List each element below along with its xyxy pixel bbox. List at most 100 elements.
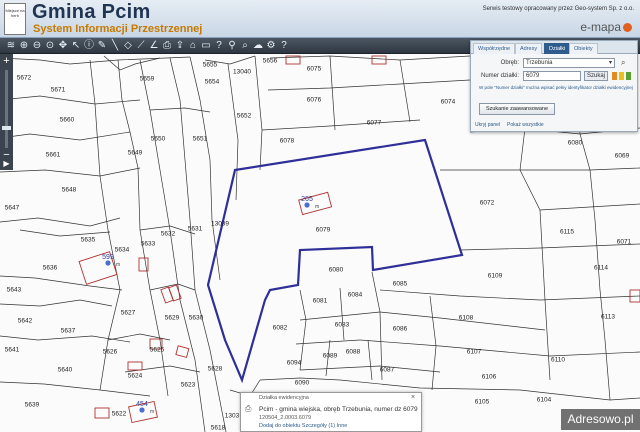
obreb-label: Obręb:: [500, 60, 519, 66]
popup-links[interactable]: Dodaj do obiektu Szczegóły (1) Inne: [259, 423, 347, 429]
identify-icon[interactable]: ?: [213, 40, 225, 52]
parcel-label-6086: 6086: [392, 325, 408, 333]
tab-parcels[interactable]: Działki: [544, 43, 571, 54]
building-marker-265[interactable]: [304, 202, 310, 208]
advanced-search-button[interactable]: Szukanie zaawansowane: [479, 103, 555, 115]
popup-parcel-id: 120504_2.0003.6079: [259, 415, 311, 421]
parcel-label-5626: 5626: [102, 348, 118, 356]
parcel-label-5656: 5656: [262, 57, 278, 65]
parcel-number-input[interactable]: 6079: [523, 71, 581, 81]
obreb-select[interactable]: Trzebunia: [523, 58, 615, 68]
search-panel: Współrzędne Adresy Działki Obiekty Obręb…: [470, 40, 638, 132]
tab-coordinates[interactable]: Współrzędne: [473, 43, 516, 54]
parcel-label-6106: 6106: [481, 373, 497, 381]
layers-icon[interactable]: ≋: [5, 40, 17, 52]
vehicle-icon[interactable]: ▭: [200, 40, 212, 52]
building-number-265: 265: [301, 196, 313, 203]
parcel-label-6104: 6104: [536, 396, 552, 404]
magnifier-icon[interactable]: ⌕: [621, 58, 625, 68]
parcel-label-5641: 5641: [4, 346, 20, 354]
header-bar: Miejsce na herb Gmina Pcim System Inform…: [0, 0, 640, 38]
parcel-label-5636: 5636: [42, 264, 58, 272]
provider-note: Serwis testowy opracowany przez Geo-syst…: [482, 6, 634, 12]
parcel-label-5654: 5654: [204, 78, 220, 86]
parcel-label-5628: 5628: [207, 365, 223, 373]
parcel-label-5661: 5661: [45, 151, 61, 159]
search-hint: W pole "Numer działki" można wpisać pełn…: [479, 85, 633, 90]
bookmark-icon[interactable]: ⌂: [187, 40, 199, 52]
parcel-label-5631: 5631: [187, 225, 203, 233]
help-icon[interactable]: ?: [278, 40, 290, 52]
parcel-label-6087: 6087: [379, 366, 395, 374]
parcel-label-5623: 5623: [180, 381, 196, 389]
parcel-label-6069: 6069: [614, 152, 630, 160]
building-type-m: m: [116, 262, 120, 268]
parcel-label-6080: 6080: [567, 139, 583, 147]
print-icon[interactable]: ⎙: [161, 40, 173, 52]
parcel-label-6109: 6109: [487, 272, 503, 280]
parcel-label-6081: 6081: [312, 297, 328, 305]
parcel-label-6094: 6094: [286, 359, 302, 367]
parcel-label-6078: 6078: [279, 137, 295, 145]
building-number-599: 599: [102, 254, 114, 261]
gis-app: Miejsce na herb Gmina Pcim System Inform…: [0, 0, 640, 432]
search-button[interactable]: Szukaj: [584, 71, 608, 81]
parcel-label-5634: 5634: [114, 246, 130, 254]
close-icon[interactable]: ×: [411, 394, 415, 401]
parcel-label-5618: 5618: [210, 424, 226, 432]
upload-icon[interactable]: ☁: [252, 40, 264, 52]
measure-angle-icon[interactable]: ∠: [148, 40, 160, 52]
app-title: Gmina Pcim: [32, 1, 151, 23]
parcel-label-5627: 5627: [120, 309, 136, 317]
watermark: Adresowo.pl: [561, 409, 640, 430]
zoom-out-icon[interactable]: ⊖: [31, 40, 43, 52]
marker-icon[interactable]: ⚲: [226, 40, 238, 52]
zoom-slider-thumb[interactable]: [2, 126, 11, 130]
parcel-label-1303: 1303: [224, 412, 240, 420]
print-icon[interactable]: ⎙: [245, 404, 251, 414]
info-icon[interactable]: ⓘ: [83, 40, 95, 52]
zoom-bar: + − ▶: [0, 54, 13, 170]
building-type-m: m: [150, 409, 154, 415]
tab-addresses[interactable]: Adresy: [515, 43, 543, 54]
settings-icon[interactable]: ⚙: [265, 40, 277, 52]
parcel-label-5639: 5639: [24, 401, 40, 409]
tab-objects[interactable]: Obiekty: [569, 43, 598, 54]
parcel-label-6075: 6075: [306, 65, 322, 73]
parcel-label-6072: 6072: [479, 199, 495, 207]
zoom-in-button[interactable]: +: [1, 56, 12, 67]
show-all-link[interactable]: Pokaż wszystkie: [507, 122, 544, 128]
measure-line-icon[interactable]: ╲: [109, 40, 121, 52]
parcel-label-6090: 6090: [294, 379, 310, 387]
measure-polyline-icon[interactable]: ⟋: [135, 40, 147, 52]
select-icon[interactable]: ↖: [70, 40, 82, 52]
parcel-label-6076: 6076: [306, 96, 322, 104]
building-marker-599[interactable]: [105, 260, 111, 266]
status-green-icon: [626, 72, 631, 80]
parcel-label-6071: 6071: [616, 238, 632, 246]
panel-toggle-icon[interactable]: ▶: [1, 158, 12, 169]
parcel-label-6105: 6105: [474, 398, 490, 406]
parcel-label-5650: 5650: [150, 135, 166, 143]
pencil-icon[interactable]: ✎: [96, 40, 108, 52]
parcel-label-6114: 6114: [594, 264, 608, 272]
parcel-label-13039: 13039: [210, 220, 230, 228]
parcel-label-5672: 5672: [16, 74, 32, 82]
selected-parcel-outline[interactable]: [206, 138, 464, 384]
hide-panel-link[interactable]: Ukryj panel: [475, 122, 500, 128]
parcel-info-popup: ⎙ Działka ewidencyjna × Pcim - gmina wie…: [240, 392, 422, 432]
parcel-label-5649: 5649: [127, 149, 143, 157]
zoom-in-icon[interactable]: ⊕: [18, 40, 30, 52]
measure-area-icon[interactable]: ◇: [122, 40, 134, 52]
parcel-label-5651: 5651: [192, 135, 208, 143]
parcel-label-6083: 6083: [334, 321, 350, 329]
search-icon[interactable]: ⌕: [239, 40, 251, 52]
building-marker-454[interactable]: [139, 407, 145, 413]
export-icon[interactable]: ⇪: [174, 40, 186, 52]
pan-icon[interactable]: ✥: [57, 40, 69, 52]
parcel-label-6089: 6089: [322, 352, 338, 360]
building-type-m: m: [315, 204, 319, 210]
zoom-slider-track[interactable]: [5, 70, 8, 148]
parcel-label-5659: 5659: [139, 75, 155, 83]
zoom-extent-icon[interactable]: ⊙: [44, 40, 56, 52]
